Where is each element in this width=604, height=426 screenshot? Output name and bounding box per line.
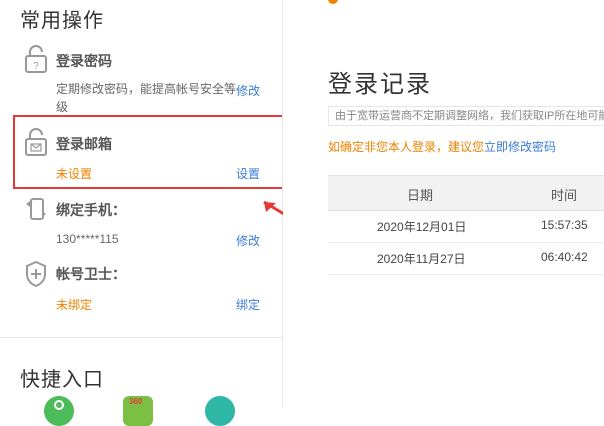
column-date: 日期 — [407, 188, 434, 203]
change-password-link[interactable]: 立即修改密码 — [484, 140, 556, 154]
lock-question-icon: ? — [24, 44, 48, 79]
table-row: 2020年12月01日 15:57:35 — [328, 210, 604, 243]
row-date: 2020年11月27日 — [377, 252, 466, 266]
row-time: 15:57:35 — [541, 218, 588, 232]
modify-password-link[interactable]: 修改 — [236, 82, 260, 99]
phone-swap-icon — [24, 196, 48, 227]
login-password-title: 登录密码 — [56, 53, 112, 69]
row-time: 06:40:42 — [541, 250, 588, 264]
table-header: 日期 时间 — [328, 175, 604, 211]
teal-app-icon[interactable] — [205, 396, 235, 426]
ip-notice: 由于宽带运营商不定期调整网络，我们获取IP所在地可能有误差 — [328, 106, 604, 126]
status-dot — [328, 0, 338, 4]
bind-phone-title: 绑定手机： — [56, 202, 126, 218]
shield-plus-icon — [24, 260, 48, 293]
column-time: 时间 — [551, 188, 578, 203]
common-ops-title: 常用操作 — [20, 10, 104, 32]
left-panel: 常用操作 ? 登录密码 定期修改密码，能提高帐号安全等级 修改 登录邮箱 未设置… — [0, 0, 293, 426]
svg-text:?: ? — [33, 61, 39, 72]
guard-status: 未绑定 — [56, 298, 93, 312]
security-warning: 如确定非您本人登录，建议您立即修改密码 — [328, 138, 556, 155]
highlight-box — [13, 115, 293, 189]
modify-phone-link[interactable]: 修改 — [236, 232, 260, 249]
360-app-icon[interactable]: 360 — [123, 396, 153, 426]
warning-text: 如确定非您本人登录，建议您 — [328, 140, 485, 154]
login-password-desc: 定期修改密码，能提高帐号安全等级 — [56, 82, 237, 114]
quick-entry-title: 快捷入口 — [20, 369, 104, 391]
phone-number: 130*****115 — [56, 232, 119, 246]
account-guard-title: 帐号卫士： — [56, 266, 126, 282]
bind-guard-link[interactable]: 绑定 — [236, 296, 260, 313]
row-date: 2020年12月01日 — [377, 220, 467, 234]
login-records-title: 登录记录 — [328, 71, 432, 98]
table-row: 2020年11月27日 06:40:42 — [328, 242, 604, 275]
section-divider — [0, 337, 282, 338]
360-badge: 360 — [129, 397, 143, 406]
right-panel: 登录记录 由于宽带运营商不定期调整网络，我们获取IP所在地可能有误差 如确定非您… — [283, 0, 604, 407]
green-app-icon[interactable] — [44, 396, 74, 426]
